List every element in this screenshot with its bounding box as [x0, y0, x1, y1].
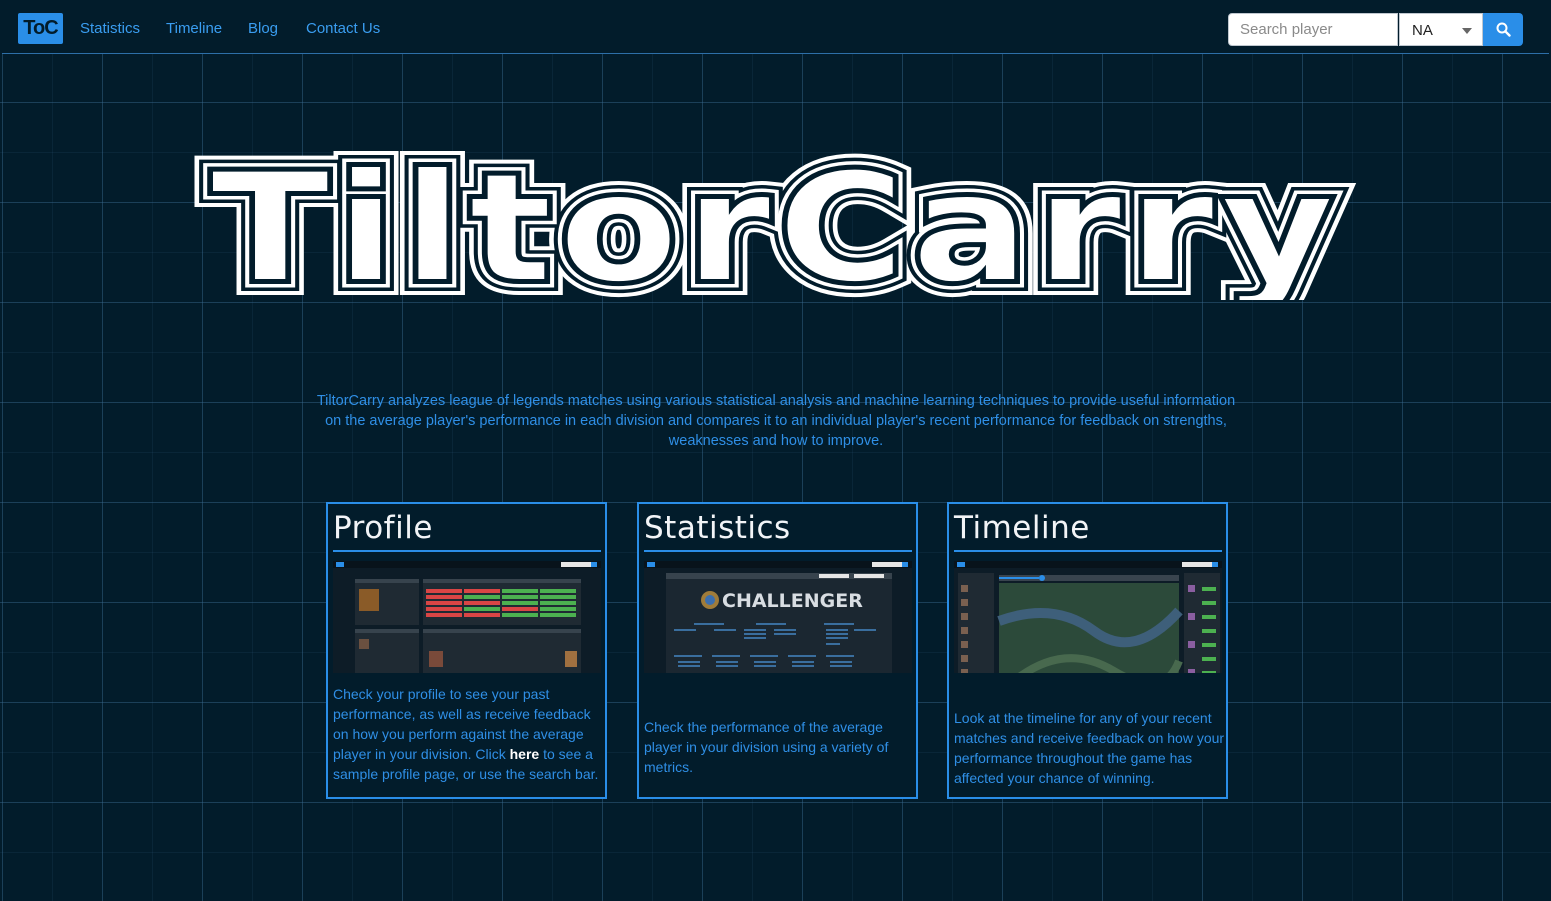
statistics-card-text: Check the performance of the average pla…: [644, 719, 889, 775]
profile-card-text: Check your profile to see your past perf…: [333, 684, 605, 784]
hero-title-logo: TiltorCarry TiltorCarry TiltorCarry Tilt…: [196, 150, 1350, 300]
statistics-preview-image: CHALLENGER: [644, 561, 912, 673]
nav-contact-us[interactable]: Contact Us: [306, 20, 380, 37]
timeline-card-title: Timeline: [954, 510, 1222, 552]
search-button[interactable]: [1483, 13, 1523, 46]
hero-title-core-line: TiltorCarry: [211, 150, 1341, 300]
brand-logo[interactable]: ToC: [18, 13, 63, 44]
profile-card-title: Profile: [333, 510, 601, 552]
navbar: ToC Statistics Timeline Blog Contact Us …: [2, 2, 1549, 54]
profile-preview-image: [333, 561, 601, 673]
search-player-input[interactable]: [1228, 13, 1398, 46]
profile-card[interactable]: Profile Check your profile to see your p…: [326, 502, 607, 799]
timeline-card-text: Look at the timeline for any of your rec…: [954, 710, 1225, 786]
region-value: NA: [1412, 22, 1433, 39]
statistics-card-title: Statistics: [644, 510, 912, 552]
hero-description: TiltorCarry analyzes league of legends m…: [316, 393, 1236, 449]
sample-profile-link[interactable]: here: [510, 746, 540, 762]
nav-blog[interactable]: Blog: [248, 20, 278, 37]
chevron-down-icon: [1462, 28, 1472, 34]
statistics-card[interactable]: Statistics CHALLENGER Check the performa…: [637, 502, 918, 799]
region-select[interactable]: NA: [1399, 13, 1483, 46]
timeline-preview-image: [954, 561, 1222, 673]
timeline-card[interactable]: Timeline Look at the timeline for any of…: [947, 502, 1228, 799]
search-icon: [1496, 22, 1511, 37]
challenger-banner-text: CHALLENGER: [722, 590, 863, 612]
nav-statistics[interactable]: Statistics: [80, 20, 140, 37]
nav-timeline[interactable]: Timeline: [166, 20, 222, 37]
